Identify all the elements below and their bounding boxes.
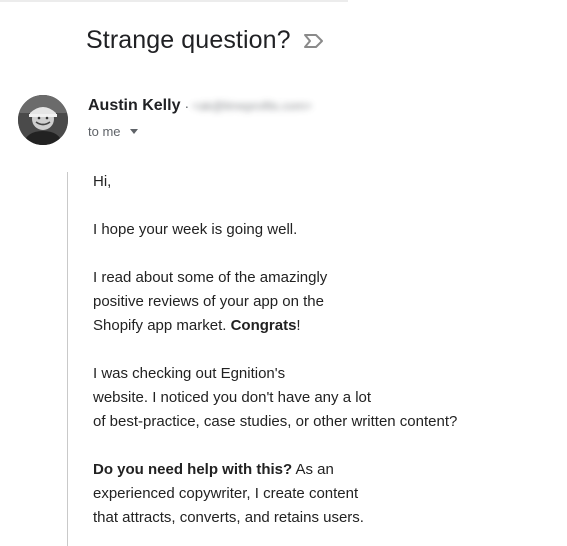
greeting: Hi, [93,173,112,190]
sender-email: <ak@limeprofits.com> [192,99,312,113]
recipient-line[interactable]: to me [88,124,138,139]
paragraph-4-line-1: Do you need help with this? As an [93,458,553,482]
paragraph-2-line-3-bold: Congrats [230,317,297,334]
paragraph-2-line-1: I read about some of the amazingly [93,269,328,286]
paragraph-2-line-3-end: ! [296,317,301,334]
subject-header: Strange question? [86,26,325,55]
paragraph-2-line-3: Shopify app market. Congrats! [93,314,553,338]
paragraph-3-line-1: I was checking out Egnition's [93,365,286,382]
paragraph-4-line-3: that attracts, converts, and retains use… [93,509,364,526]
email-subject: Strange question? [86,26,291,54]
paragraph-2-line-3-text: Shopify app market. [93,317,231,334]
sender-line: Austin Kelly · <ak@limeprofits.com> [88,97,312,115]
sender-separator: · [184,98,190,114]
paragraph-4-line-1-bold: Do you need help with this? [93,461,293,478]
paragraph-2-line-2: positive reviews of your app on the [93,293,324,310]
sender-avatar[interactable] [18,95,68,145]
sender-name[interactable]: Austin Kelly [88,97,180,115]
recipient-label: to me [88,124,121,139]
paragraph-1: I hope your week is going well. [93,221,298,238]
quote-bar [67,172,68,546]
email-body: Hi, I hope your week is going well. I re… [93,170,553,530]
paragraph-4-line-2: experienced copywriter, I create content [93,485,359,502]
label-important-icon[interactable] [303,33,325,49]
chevron-down-icon[interactable] [129,129,138,134]
paragraph-3-line-3: of best-practice, case studies, or other… [93,413,458,430]
paragraph-3-line-2: website. I noticed you don't have any a … [93,389,372,406]
paragraph-4-line-1-text: As an [292,461,334,478]
top-divider [0,0,348,2]
